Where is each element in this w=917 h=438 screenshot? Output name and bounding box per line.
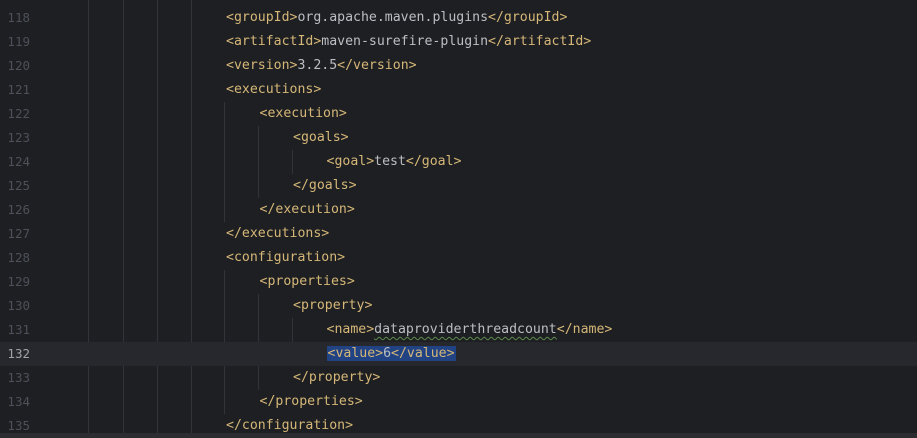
line-number: 125: [7, 178, 30, 193]
line-number: 127: [7, 226, 30, 241]
code-line[interactable]: 127 </executions>: [0, 222, 917, 246]
code-line[interactable]: 119 <artifactId>maven-surefire-plugin</ar…: [0, 30, 917, 54]
xml-tag: <goal>: [326, 154, 375, 169]
code-line[interactable]: 121 <executions>: [0, 78, 917, 102]
line-number: 122: [7, 106, 30, 121]
xml-tag: <executions>: [226, 82, 322, 97]
code-text[interactable]: <version>3.2.5</version>: [226, 54, 417, 78]
code-line[interactable]: 132 <value>6</value>: [0, 342, 917, 366]
xml-tag: <value>: [327, 346, 384, 361]
xml-tag: </executions>: [226, 226, 330, 241]
line-number: 124: [7, 154, 30, 169]
xml-tag: <goals>: [293, 130, 349, 145]
xml-tag: </goal>: [405, 154, 462, 169]
xml-tag: </property>: [293, 370, 381, 385]
xml-text: 3.2.5: [297, 58, 338, 73]
code-text[interactable]: <groupId>org.apache.maven.plugins</group…: [226, 6, 567, 30]
line-number: 128: [7, 250, 30, 265]
code-text[interactable]: <configuration>: [226, 246, 345, 270]
code-text[interactable]: </execution>: [260, 198, 355, 222]
code-line[interactable]: 122 <execution>: [0, 102, 917, 126]
xml-tag: </value>: [391, 346, 455, 361]
xml-text: 6: [383, 346, 392, 361]
xml-tag: <configuration>: [226, 250, 346, 265]
code-line[interactable]: 133 </property>: [0, 366, 917, 390]
line-number: 133: [7, 370, 30, 385]
xml-tag: </goals>: [293, 178, 357, 193]
xml-tag: </configuration>: [226, 418, 354, 433]
code-text[interactable]: </property>: [293, 366, 380, 390]
line-number: 121: [7, 82, 30, 97]
code-text[interactable]: <value>6</value>: [326, 342, 456, 366]
line-number: 126: [7, 202, 30, 217]
code-text[interactable]: <goals>: [293, 126, 349, 150]
code-line[interactable]: 123 <goals>: [0, 126, 917, 150]
code-lines[interactable]: 118 <groupId>org.apache.maven.plugins</gr…: [0, 6, 917, 438]
code-text[interactable]: <property>: [293, 294, 372, 318]
code-text[interactable]: <properties>: [260, 270, 355, 294]
code-line[interactable]: 124 <goal>test</goal>: [0, 150, 917, 174]
code-text[interactable]: <goal>test</goal>: [327, 150, 462, 174]
xml-tag: <property>: [293, 298, 373, 313]
xml-tag: </execution>: [259, 202, 355, 217]
code-line[interactable]: 129 <properties>: [0, 270, 917, 294]
code-line[interactable]: 128 <configuration>: [0, 246, 917, 270]
xml-tag: <groupId>: [226, 10, 298, 25]
xml-text: org.apache.maven.plugins: [297, 10, 489, 25]
text-selection[interactable]: <value>6</value>: [326, 346, 456, 361]
line-number: 118: [7, 10, 30, 25]
code-line[interactable]: 131 <name>dataproviderthreadcount</name>: [0, 318, 917, 342]
code-editor[interactable]: 118 <groupId>org.apache.maven.plugins</gr…: [0, 0, 917, 438]
xml-tag: <artifactId>: [226, 34, 322, 49]
line-number: 131: [7, 322, 30, 337]
line-number: 123: [7, 130, 30, 145]
line-number: 120: [7, 58, 30, 73]
code-text[interactable]: </executions>: [226, 222, 329, 246]
code-line[interactable]: 125 </goals>: [0, 174, 917, 198]
xml-tag: </artifactId>: [488, 34, 592, 49]
code-line[interactable]: 130 <property>: [0, 294, 917, 318]
xml-tag: <name>: [326, 322, 375, 337]
xml-tag: </properties>: [259, 394, 363, 409]
code-text[interactable]: <name>dataproviderthreadcount</name>: [327, 318, 613, 342]
xml-tag: </version>: [337, 58, 417, 73]
code-line[interactable]: 126 </execution>: [0, 198, 917, 222]
code-line[interactable]: 120 <version>3.2.5</version>: [0, 54, 917, 78]
xml-text: maven-surefire-plugin: [321, 34, 489, 49]
line-number: 119: [7, 34, 30, 49]
code-text[interactable]: <execution>: [260, 102, 347, 126]
line-number: 132: [7, 346, 30, 361]
code-text[interactable]: <executions>: [226, 78, 321, 102]
line-number: 134: [7, 394, 30, 409]
xml-tag: </name>: [556, 322, 613, 337]
line-number: 130: [7, 298, 30, 313]
code-line[interactable]: 118 <groupId>org.apache.maven.plugins</gr…: [0, 6, 917, 30]
xml-text: test: [374, 154, 406, 169]
xml-tag: <version>: [226, 58, 298, 73]
line-number: 129: [7, 274, 30, 289]
code-text[interactable]: </properties>: [260, 390, 363, 414]
xml-tag: </groupId>: [488, 10, 568, 25]
horizontal-scrollbar-track[interactable]: [0, 433, 917, 438]
code-line[interactable]: 134 </properties>: [0, 390, 917, 414]
code-text[interactable]: <artifactId>maven-surefire-plugin</artif…: [226, 30, 591, 54]
code-text[interactable]: </goals>: [293, 174, 357, 198]
typo-text: dataproviderthreadcount: [374, 322, 557, 337]
xml-tag: <execution>: [259, 106, 347, 121]
xml-tag: <properties>: [259, 274, 355, 289]
